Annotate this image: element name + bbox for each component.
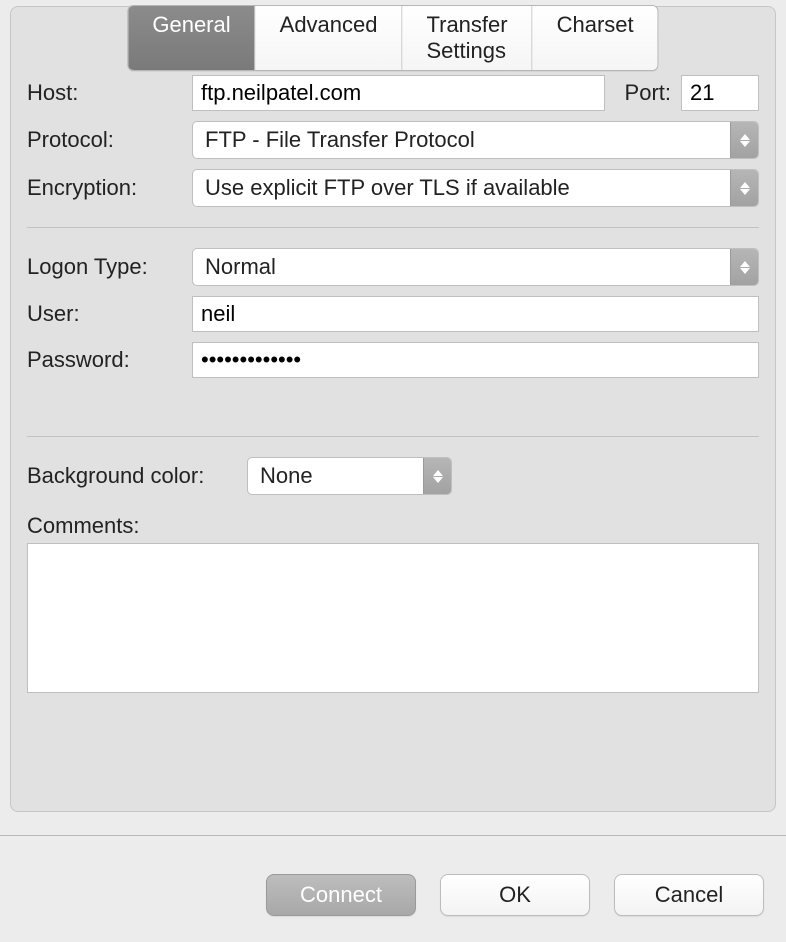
stepper-icon (730, 122, 758, 158)
protocol-value: FTP - File Transfer Protocol (193, 127, 730, 153)
user-label: User: (27, 301, 182, 327)
cancel-button[interactable]: Cancel (614, 874, 764, 916)
ok-button[interactable]: OK (440, 874, 590, 916)
user-input[interactable] (192, 296, 759, 332)
footer-separator (0, 835, 786, 836)
tab-advanced[interactable]: Advanced (256, 6, 403, 70)
port-label: Port: (625, 80, 671, 106)
tab-transfer-settings[interactable]: Transfer Settings (403, 6, 533, 70)
encryption-value: Use explicit FTP over TLS if available (193, 175, 730, 201)
logon-type-value: Normal (193, 254, 730, 280)
tab-charset[interactable]: Charset (533, 6, 658, 70)
host-input[interactable] (192, 75, 605, 111)
port-input[interactable] (681, 75, 759, 111)
stepper-icon (730, 249, 758, 285)
host-label: Host: (27, 80, 182, 106)
logon-type-select[interactable]: Normal (192, 248, 759, 286)
dialog-buttons: Connect OK Cancel (266, 874, 764, 916)
separator (27, 227, 759, 228)
stepper-icon (730, 170, 758, 206)
protocol-label: Protocol: (27, 127, 182, 153)
tab-bar: General Advanced Transfer Settings Chars… (127, 5, 658, 71)
password-input[interactable] (192, 342, 759, 378)
background-color-label: Background color: (27, 463, 237, 489)
background-color-value: None (248, 463, 423, 489)
tab-general[interactable]: General (128, 6, 255, 70)
comments-textarea[interactable] (27, 543, 759, 693)
connect-button[interactable]: Connect (266, 874, 416, 916)
stepper-icon (423, 458, 451, 494)
password-label: Password: (27, 347, 182, 373)
encryption-label: Encryption: (27, 175, 182, 201)
logon-type-label: Logon Type: (27, 254, 182, 280)
encryption-select[interactable]: Use explicit FTP over TLS if available (192, 169, 759, 207)
comments-label: Comments: (27, 513, 237, 539)
separator (27, 436, 759, 437)
general-panel: General Advanced Transfer Settings Chars… (10, 6, 776, 812)
protocol-select[interactable]: FTP - File Transfer Protocol (192, 121, 759, 159)
background-color-select[interactable]: None (247, 457, 452, 495)
